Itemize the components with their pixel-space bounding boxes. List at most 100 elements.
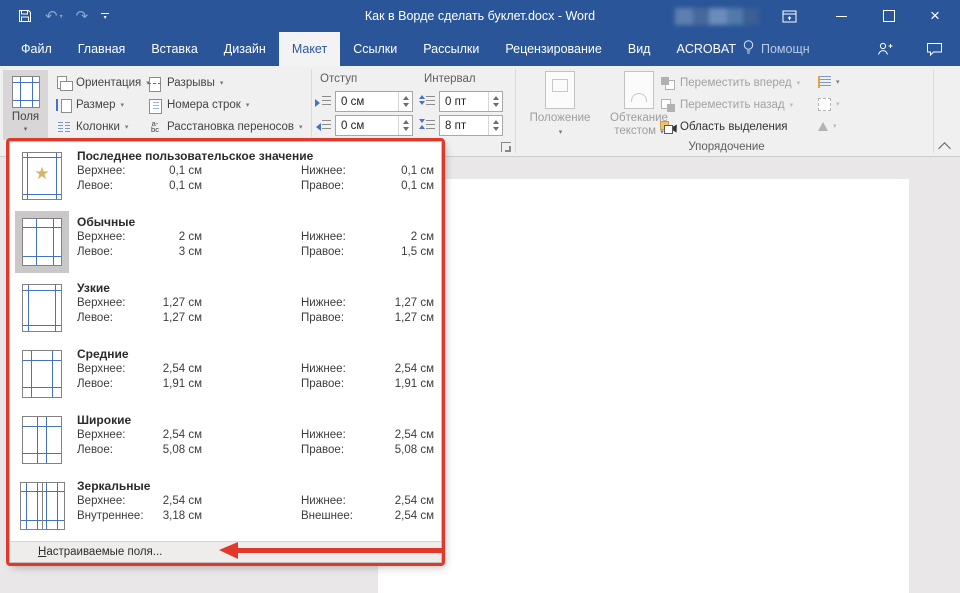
spacing-before-field[interactable]: 0 пт [419, 91, 503, 112]
align-objects-button[interactable]: ▾ [818, 73, 840, 91]
position-button[interactable]: Положение ▾ [520, 71, 600, 139]
margin-label: Верхнее: [77, 230, 152, 245]
lightbulb-icon [742, 39, 755, 59]
spacing-group-label: Интервал [424, 73, 476, 85]
paragraph-dialog-launcher-icon[interactable] [501, 142, 511, 152]
margin-value: 2,54 см [152, 428, 202, 443]
margins-option-wide[interactable]: Широкие Верхнее:2,54 смНижнее:2,54 см Ле… [10, 408, 441, 474]
margin-label: Нижнее: [301, 296, 376, 311]
margin-value: 2 см [376, 230, 434, 245]
orientation-button[interactable]: Ориентация ▾ [56, 74, 150, 92]
margins-button[interactable]: Поля ▾ [3, 70, 48, 140]
minimize-button[interactable] [822, 0, 860, 32]
columns-button[interactable]: Колонки ▾ [56, 118, 128, 136]
margin-label: Нижнее: [301, 362, 376, 377]
margins-preset-values: Верхнее:2 смНижнее:2 см Левое:3 смПравое… [77, 230, 434, 260]
chevron-down-icon: ▾ [24, 125, 28, 133]
spinner-arrows[interactable] [398, 116, 412, 135]
tab-mailings[interactable]: Рассылки [410, 32, 492, 66]
close-button[interactable]: × [916, 0, 954, 32]
margins-preset-icon [15, 277, 69, 339]
margin-value: 2 см [152, 230, 202, 245]
chevron-down-icon: ▾ [121, 101, 125, 109]
margins-preset-values: Верхнее:0,1 смНижнее:0,1 см Левое:0,1 см… [77, 164, 434, 194]
margins-preset-title: Средние [77, 346, 434, 362]
spinner-arrows[interactable] [398, 92, 412, 111]
chevron-down-icon: ▾ [60, 13, 63, 20]
margin-value: 1,91 см [152, 377, 202, 392]
margins-option-normal[interactable]: Обычные Верхнее:2 смНижнее:2 см Левое:3 … [10, 210, 441, 276]
tab-acrobat[interactable]: ACROBAT [663, 32, 749, 66]
chevron-down-icon: ▾ [790, 101, 794, 109]
spin-down-icon[interactable] [403, 103, 409, 107]
collapse-ribbon-icon[interactable] [938, 142, 951, 155]
bring-forward-button[interactable]: Переместить вперед ▾ [660, 74, 800, 92]
group-separator [933, 69, 934, 153]
line-numbers-button[interactable]: Номера строк ▾ [147, 96, 249, 114]
breaks-button[interactable]: Разрывы ▾ [147, 74, 223, 92]
hyphenation-button[interactable]: a- bc Расстановка переносов ▾ [147, 118, 303, 136]
spinner-arrows[interactable] [488, 92, 502, 111]
margin-label: Правое: [301, 245, 376, 260]
margins-option-mirrored[interactable]: Зеркальные Верхнее:2,54 смНижнее:2,54 см… [10, 474, 441, 540]
selection-pane-button[interactable]: Область выделения [660, 118, 788, 136]
tab-references[interactable]: Ссылки [340, 32, 410, 66]
margin-value: 2,54 см [376, 428, 434, 443]
hyphenation-icon: a- bc [147, 121, 163, 134]
tab-view[interactable]: Вид [615, 32, 664, 66]
customize-quick-access-icon[interactable]: ▾ [101, 13, 109, 20]
size-button[interactable]: Размер ▾ [56, 96, 124, 114]
share-sign-in-icon[interactable] [866, 32, 902, 66]
tab-insert[interactable]: Вставка [138, 32, 210, 66]
page-break-icon [147, 76, 163, 91]
spin-down-icon[interactable] [403, 127, 409, 131]
spin-up-icon[interactable] [403, 96, 409, 100]
indent-left-field[interactable]: 0 см [315, 91, 413, 112]
margin-label: Верхнее: [77, 428, 152, 443]
margins-option-last-custom[interactable]: ★ Последнее пользовательское значение Ве… [10, 144, 441, 210]
comments-icon[interactable] [916, 32, 952, 66]
tab-design[interactable]: Дизайн [211, 32, 279, 66]
ribbon-display-options-icon[interactable] [770, 0, 808, 32]
indent-right-value: 0 см [341, 120, 364, 132]
star-icon: ★ [23, 165, 61, 182]
spin-up-icon[interactable] [493, 120, 499, 124]
margin-value: 1,91 см [376, 377, 434, 392]
margins-preset-icon [15, 475, 69, 537]
margins-preset-icon-selected [15, 211, 69, 273]
spacing-after-field[interactable]: 8 пт [419, 115, 503, 136]
group-objects-button[interactable]: ▾ [818, 95, 840, 113]
spin-down-icon[interactable] [493, 127, 499, 131]
maximize-button[interactable] [870, 0, 908, 32]
margin-label: Верхнее: [77, 296, 152, 311]
margin-value: 3 см [152, 245, 202, 260]
margins-preset-icon: ★ [15, 145, 69, 207]
margins-preset-icon [15, 409, 69, 471]
tab-file[interactable]: Файл [8, 32, 65, 66]
redo-icon[interactable]: ↷ [76, 9, 89, 24]
spinner-arrows[interactable] [488, 116, 502, 135]
margins-icon [12, 76, 40, 108]
quick-access-toolbar: ↶▾ ↷ ▾ [18, 0, 109, 32]
tab-review[interactable]: Рецензирование [492, 32, 615, 66]
margin-label: Внешнее: [301, 509, 376, 524]
tab-layout[interactable]: Макет [279, 32, 340, 66]
margin-value: 0,1 см [152, 179, 202, 194]
orientation-icon [56, 76, 72, 91]
spin-up-icon[interactable] [493, 96, 499, 100]
spin-up-icon[interactable] [403, 120, 409, 124]
rotate-objects-button[interactable]: ▾ [818, 117, 837, 135]
tab-home[interactable]: Главная [65, 32, 139, 66]
send-backward-button[interactable]: Переместить назад ▾ [660, 96, 793, 114]
tell-me-assistant[interactable]: Помощн [742, 32, 810, 66]
margin-label: Правое: [301, 443, 376, 458]
custom-margins-item[interactable]: Настраиваемые поля... [10, 541, 441, 562]
margins-option-narrow[interactable]: Узкие Верхнее:1,27 смНижнее:1,27 см Лево… [10, 276, 441, 342]
indent-right-field[interactable]: 0 см [315, 115, 413, 136]
margins-option-medium[interactable]: Средние Верхнее:2,54 смНижнее:2,54 см Ле… [10, 342, 441, 408]
margin-label: Правое: [301, 179, 376, 194]
undo-icon[interactable]: ↶▾ [45, 9, 63, 24]
spin-down-icon[interactable] [493, 103, 499, 107]
save-icon[interactable] [18, 9, 32, 23]
margins-preset-title: Узкие [77, 280, 434, 296]
